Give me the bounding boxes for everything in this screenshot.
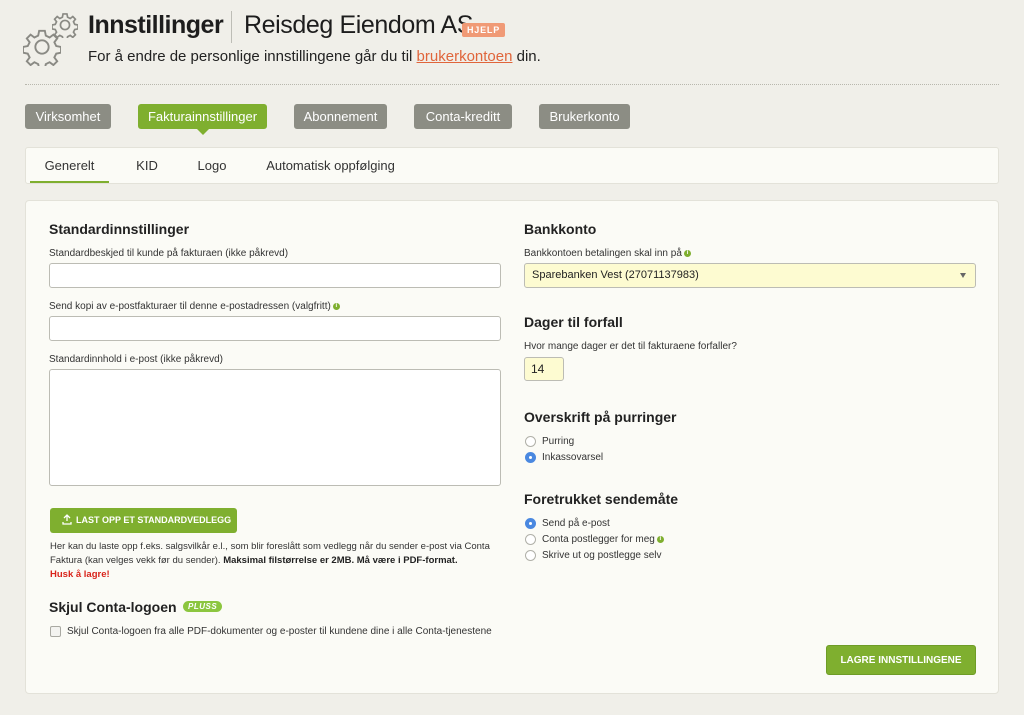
- hide-logo-checkbox[interactable]: [50, 626, 61, 637]
- subtab-kid[interactable]: KID: [129, 148, 165, 183]
- bank-account-label-text: Bankkontoen betalingen skal inn på: [524, 248, 682, 259]
- page-title: Innstillinger: [88, 11, 224, 39]
- hint-bold: Maksimal filstørrelse er 2MB. Må være i …: [223, 555, 458, 566]
- copy-email-label-text: Send kopi av e-postfakturaer til denne e…: [49, 301, 331, 312]
- header-divider: [25, 84, 999, 85]
- info-icon[interactable]: i: [332, 303, 340, 310]
- company-name: Reisdeg Eiendom AS: [244, 11, 474, 39]
- hide-logo-heading: Skjul Conta-logoen: [49, 599, 177, 615]
- page-subtitle: For å endre de personlige innstillingene…: [88, 48, 541, 65]
- help-badge[interactable]: HJELP: [462, 23, 506, 37]
- option-purring-label[interactable]: Purring: [542, 436, 574, 447]
- due-days-label: Hvor mange dager er det til fakturaene f…: [524, 341, 737, 352]
- bank-account-select[interactable]: Sparebanken Vest (27071137983): [524, 263, 976, 288]
- option-send-email-label[interactable]: Send på e-post: [542, 518, 610, 529]
- upload-hint: Her kan du laste opp f.eks. salgsvilkår …: [50, 540, 510, 582]
- copy-email-input[interactable]: [49, 316, 501, 341]
- user-account-link[interactable]: brukerkontoen: [417, 48, 513, 65]
- tab-brukerkonto[interactable]: Brukerkonto: [539, 104, 630, 129]
- upload-icon: [62, 514, 72, 525]
- subtab-logo[interactable]: Logo: [193, 148, 231, 183]
- upload-button-label: LAST OPP ET STANDARDVEDLEGG: [76, 515, 232, 525]
- radio-print-self[interactable]: [525, 550, 536, 561]
- reminder-heading: Overskrift på purringer: [524, 409, 677, 425]
- bank-account-heading: Bankkonto: [524, 221, 597, 237]
- email-content-label: Standardinnhold i e-post (ikke påkrevd): [49, 354, 223, 365]
- send-method-heading: Foretrukket sendemåte: [524, 491, 679, 507]
- subtitle-text-end: din.: [512, 48, 541, 65]
- info-icon[interactable]: i: [656, 536, 664, 543]
- subtitle-text: For å endre de personlige innstillingene…: [88, 48, 417, 65]
- pluss-badge: PLUSS: [183, 601, 223, 612]
- bank-account-selected: Sparebanken Vest (27071137983): [532, 269, 699, 281]
- option-conta-post[interactable]: Conta postlegger for meg i: [542, 534, 664, 545]
- tab-abonnement[interactable]: Abonnement: [294, 104, 387, 129]
- due-days-input[interactable]: 14: [524, 357, 564, 381]
- bank-account-label: Bankkontoen betalingen skal inn på i: [524, 248, 691, 259]
- save-settings-button[interactable]: LAGRE INNSTILLINGENE: [826, 645, 976, 675]
- save-reminder: Husk å lagre!: [50, 569, 110, 580]
- gear-small-icon: [52, 13, 78, 38]
- page-header: Innstillinger Reisdeg Eiendom AS HJELP F…: [0, 0, 1024, 90]
- option-conta-post-label: Conta postlegger for meg: [542, 534, 655, 545]
- message-input[interactable]: [49, 263, 501, 288]
- message-label: Standardbeskjed til kunde på fakturaen (…: [49, 248, 289, 259]
- tab-fakturainnstillinger[interactable]: Fakturainnstillinger: [138, 104, 267, 135]
- option-print-self-label[interactable]: Skrive ut og postlegge selv: [542, 550, 662, 561]
- sub-tabs: Generelt KID Logo Automatisk oppfølging: [25, 147, 999, 184]
- settings-panel: Standardinnstillinger Standardbeskjed ti…: [25, 200, 999, 694]
- upload-attachment-button[interactable]: LAST OPP ET STANDARDVEDLEGG: [50, 508, 237, 533]
- option-inkassovarsel-label[interactable]: Inkassovarsel: [542, 452, 603, 463]
- radio-send-email[interactable]: [525, 518, 536, 529]
- standard-settings-heading: Standardinnstillinger: [49, 221, 190, 237]
- radio-conta-post[interactable]: [525, 534, 536, 545]
- radio-purring[interactable]: [525, 436, 536, 447]
- subtab-automatisk-oppfolging[interactable]: Automatisk oppfølging: [263, 148, 398, 183]
- radio-inkassovarsel[interactable]: [525, 452, 536, 463]
- subtab-generelt[interactable]: Generelt: [30, 148, 109, 183]
- copy-email-label: Send kopi av e-postfakturaer til denne e…: [49, 301, 340, 312]
- chevron-down-icon: [960, 273, 966, 278]
- email-content-textarea[interactable]: [49, 369, 501, 486]
- tab-virksomhet[interactable]: Virksomhet: [25, 104, 111, 129]
- due-days-heading: Dager til forfall: [524, 314, 623, 330]
- tab-conta-kreditt[interactable]: Conta-kreditt: [414, 104, 512, 129]
- info-icon[interactable]: i: [683, 250, 691, 257]
- title-separator: [231, 11, 232, 43]
- hide-logo-checkbox-label[interactable]: Skjul Conta-logoen fra alle PDF-dokument…: [67, 626, 492, 637]
